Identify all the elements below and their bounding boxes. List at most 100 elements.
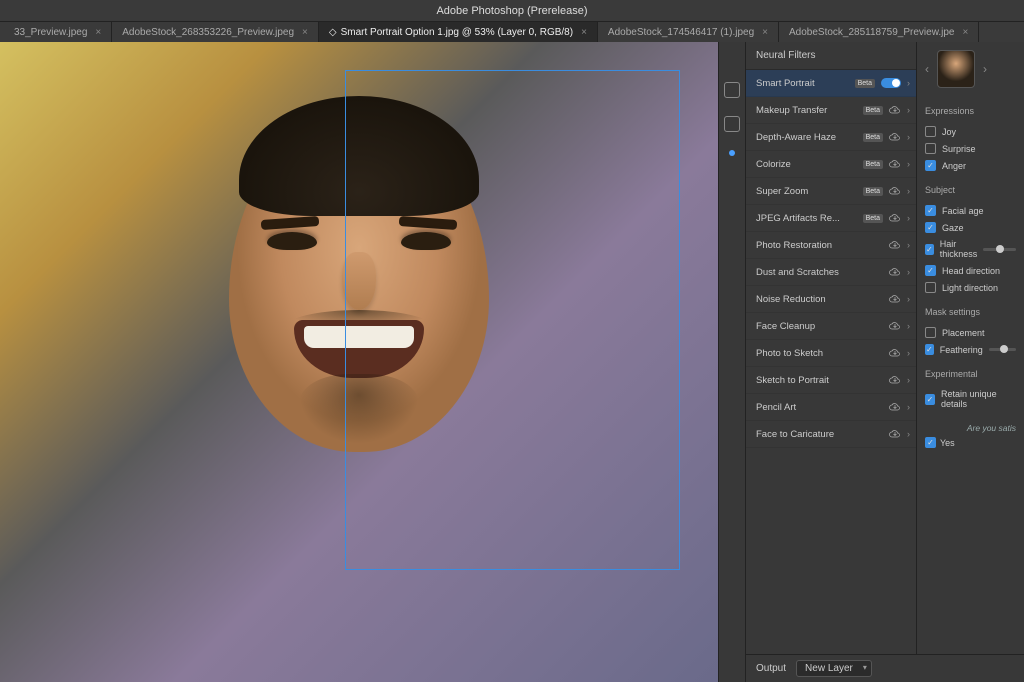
face-thumbnail[interactable] bbox=[937, 50, 975, 88]
beta-badge: Beta bbox=[863, 133, 883, 142]
mask-option[interactable]: Placement bbox=[925, 327, 1016, 338]
filter-item[interactable]: Pencil Art› bbox=[746, 394, 916, 421]
cloud-download-icon[interactable] bbox=[889, 213, 901, 223]
section-mask: Mask settings bbox=[925, 307, 1016, 317]
cloud-download-icon[interactable] bbox=[889, 105, 901, 115]
checkbox[interactable]: ✓ bbox=[925, 205, 936, 216]
checkbox[interactable]: ✓ bbox=[925, 244, 934, 255]
filter-item[interactable]: Smart PortraitBeta› bbox=[746, 70, 916, 97]
chevron-right-icon: › bbox=[907, 213, 910, 223]
filter-name: Makeup Transfer bbox=[756, 105, 863, 116]
chevron-right-icon: › bbox=[907, 294, 910, 304]
option-label: Gaze bbox=[942, 223, 964, 233]
option-label: Feathering bbox=[940, 345, 983, 355]
output-dropdown[interactable]: New Layer bbox=[796, 660, 872, 677]
subject-option[interactable]: ✓Hair thickness bbox=[925, 239, 1016, 259]
filter-name: Depth-Aware Haze bbox=[756, 132, 863, 143]
face-prev-icon[interactable]: ‹ bbox=[925, 62, 929, 76]
filter-item[interactable]: Photo to Sketch› bbox=[746, 340, 916, 367]
face-selection-box[interactable] bbox=[345, 70, 680, 570]
checkbox[interactable]: ✓ bbox=[925, 394, 935, 405]
close-tab-icon[interactable]: × bbox=[581, 27, 587, 38]
document-tab[interactable]: ◇Smart Portrait Option 1.jpg @ 53% (Laye… bbox=[319, 22, 598, 42]
checkbox[interactable]: ✓ bbox=[925, 222, 936, 233]
cloud-download-icon[interactable] bbox=[889, 294, 901, 304]
filter-item[interactable]: Face Cleanup› bbox=[746, 313, 916, 340]
subject-option[interactable]: Light direction bbox=[925, 282, 1016, 293]
close-tab-icon[interactable]: × bbox=[762, 27, 768, 38]
filters-wait-icon[interactable] bbox=[724, 116, 740, 132]
expression-option[interactable]: Joy bbox=[925, 126, 1016, 137]
window-title: Adobe Photoshop (Prerelease) bbox=[0, 0, 1024, 22]
filter-item[interactable]: ColorizeBeta› bbox=[746, 151, 916, 178]
close-tab-icon[interactable]: × bbox=[95, 27, 101, 38]
canvas[interactable] bbox=[0, 42, 718, 682]
option-slider[interactable] bbox=[983, 248, 1016, 251]
cloud-download-icon[interactable] bbox=[889, 375, 901, 385]
active-indicator-dot bbox=[729, 150, 735, 156]
feedback-yes-button[interactable]: ✓ Yes bbox=[925, 437, 1016, 448]
output-bar: Output New Layer bbox=[746, 654, 1024, 682]
yes-label: Yes bbox=[940, 438, 955, 448]
document-tab[interactable]: AdobeStock_268353226_Preview.jpeg× bbox=[112, 22, 319, 42]
filter-item[interactable]: Photo Restoration › bbox=[746, 232, 916, 259]
expression-option[interactable]: Surprise bbox=[925, 143, 1016, 154]
checkbox[interactable] bbox=[925, 282, 936, 293]
subject-option[interactable]: ✓ Head direction bbox=[925, 265, 1016, 276]
cloud-download-icon[interactable] bbox=[889, 402, 901, 412]
cloud-download-icon[interactable] bbox=[889, 348, 901, 358]
section-expressions: Expressions bbox=[925, 106, 1016, 116]
checkbox[interactable] bbox=[925, 126, 936, 137]
option-label: Head direction bbox=[942, 266, 1000, 276]
filter-name: Sketch to Portrait bbox=[756, 375, 889, 386]
document-tab[interactable]: AdobeStock_285118759_Preview.jpe× bbox=[779, 22, 979, 42]
filter-item[interactable]: Makeup TransferBeta› bbox=[746, 97, 916, 124]
filter-item[interactable]: Sketch to Portrait › bbox=[746, 367, 916, 394]
check-icon: ✓ bbox=[925, 437, 936, 448]
filter-item[interactable]: Depth-Aware HazeBeta› bbox=[746, 124, 916, 151]
face-next-icon[interactable]: › bbox=[983, 62, 987, 76]
cloud-download-icon[interactable] bbox=[889, 321, 901, 331]
option-label: Joy bbox=[942, 127, 956, 137]
subject-option[interactable]: ✓ Gaze bbox=[925, 222, 1016, 233]
chevron-right-icon: › bbox=[907, 240, 910, 250]
filter-name: Pencil Art bbox=[756, 402, 889, 413]
cloud-download-icon[interactable] bbox=[889, 267, 901, 277]
filter-name: Dust and Scratches bbox=[756, 267, 889, 278]
beta-badge: Beta bbox=[863, 214, 883, 223]
filter-name: Photo Restoration bbox=[756, 240, 889, 251]
checkbox[interactable] bbox=[925, 327, 936, 338]
checkbox[interactable]: ✓ bbox=[925, 160, 936, 171]
cloud-download-icon[interactable] bbox=[889, 186, 901, 196]
filter-item[interactable]: Super ZoomBeta› bbox=[746, 178, 916, 205]
mask-option[interactable]: ✓ Feathering bbox=[925, 344, 1016, 355]
chevron-right-icon: › bbox=[907, 375, 910, 385]
document-tab[interactable]: AdobeStock_174546417 (1).jpeg× bbox=[598, 22, 779, 42]
beta-badge: Beta bbox=[855, 79, 875, 88]
filter-item[interactable]: Face to Caricature› bbox=[746, 421, 916, 448]
checkbox[interactable]: ✓ bbox=[925, 265, 936, 276]
output-label: Output bbox=[756, 663, 786, 674]
filter-properties: ‹ › Expressions JoySurprise✓Anger Subjec… bbox=[916, 42, 1024, 654]
filter-item[interactable]: JPEG Artifacts Re...Beta› bbox=[746, 205, 916, 232]
filters-list-icon[interactable] bbox=[724, 82, 740, 98]
chevron-right-icon: › bbox=[907, 78, 910, 88]
experimental-option[interactable]: ✓Retain unique details bbox=[925, 389, 1016, 409]
option-slider[interactable] bbox=[989, 348, 1016, 351]
expression-option[interactable]: ✓Anger bbox=[925, 160, 1016, 171]
cloud-download-icon[interactable] bbox=[889, 159, 901, 169]
filter-toggle[interactable] bbox=[881, 78, 901, 88]
document-tab[interactable]: 33_Preview.jpeg× bbox=[4, 22, 112, 42]
close-tab-icon[interactable]: × bbox=[962, 27, 968, 38]
filter-list: Neural Filters Smart PortraitBeta›Makeup… bbox=[746, 42, 916, 654]
subject-option[interactable]: ✓Facial age bbox=[925, 205, 1016, 216]
checkbox[interactable]: ✓ bbox=[925, 344, 934, 355]
cloud-download-icon[interactable] bbox=[889, 132, 901, 142]
close-tab-icon[interactable]: × bbox=[302, 27, 308, 38]
filter-item[interactable]: Dust and Scratches› bbox=[746, 259, 916, 286]
chevron-right-icon: › bbox=[907, 186, 910, 196]
cloud-download-icon[interactable] bbox=[889, 429, 901, 439]
filter-item[interactable]: Noise Reduction› bbox=[746, 286, 916, 313]
checkbox[interactable] bbox=[925, 143, 936, 154]
cloud-download-icon[interactable] bbox=[889, 240, 901, 250]
